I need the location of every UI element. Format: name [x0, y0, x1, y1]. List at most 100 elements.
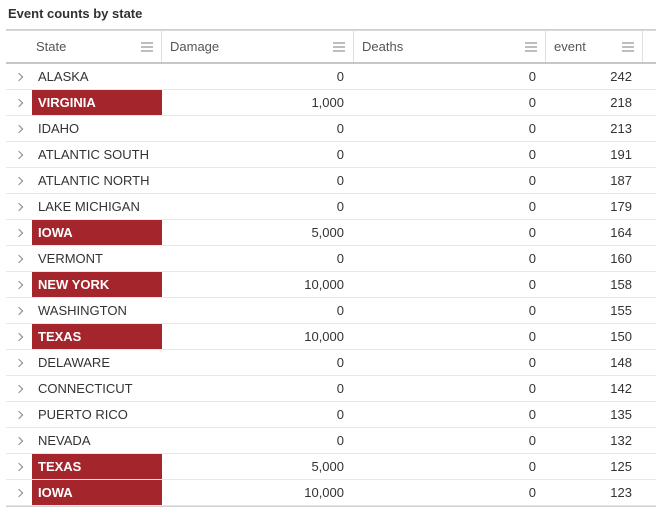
expand-toggle[interactable]: [6, 272, 32, 297]
table-row[interactable]: IOWA5,0000164: [6, 220, 656, 246]
column-menu-icon[interactable]: [622, 42, 634, 52]
expand-toggle[interactable]: [6, 116, 32, 141]
cell-state: IOWA: [32, 480, 162, 505]
header-row: State Damage Deaths event: [6, 30, 656, 64]
cell-state: CONNECTICUT: [32, 376, 162, 401]
cell-state: VERMONT: [32, 246, 162, 271]
cell-event: 191: [546, 142, 642, 167]
data-grid: State Damage Deaths event ALASKA00242VIR…: [6, 29, 656, 507]
cell-deaths: 0: [354, 402, 546, 427]
cell-state: NEW YORK: [32, 272, 162, 297]
column-header-damage[interactable]: Damage: [162, 31, 354, 62]
chevron-right-icon: [15, 254, 23, 262]
cell-deaths: 0: [354, 480, 546, 505]
cell-damage: 0: [162, 168, 354, 193]
cell-deaths: 0: [354, 64, 546, 89]
header-expand-spacer: [6, 31, 32, 62]
table-row[interactable]: PUERTO RICO00135: [6, 402, 656, 428]
cell-event: 148: [546, 350, 642, 375]
row-gutter: [642, 246, 656, 271]
table-row[interactable]: WASHINGTON00155: [6, 298, 656, 324]
expand-toggle[interactable]: [6, 428, 32, 453]
table-row[interactable]: DELAWARE00148: [6, 350, 656, 376]
cell-state: VIRGINIA: [32, 90, 162, 115]
chevron-right-icon: [15, 462, 23, 470]
chevron-right-icon: [15, 306, 23, 314]
cell-deaths: 0: [354, 454, 546, 479]
cell-event: 158: [546, 272, 642, 297]
expand-toggle[interactable]: [6, 298, 32, 323]
row-gutter: [642, 64, 656, 89]
cell-damage: 10,000: [162, 272, 354, 297]
chevron-right-icon: [15, 332, 23, 340]
expand-toggle[interactable]: [6, 142, 32, 167]
cell-state: ATLANTIC NORTH: [32, 168, 162, 193]
table-row[interactable]: CONNECTICUT00142: [6, 376, 656, 402]
cell-event: 187: [546, 168, 642, 193]
expand-toggle[interactable]: [6, 194, 32, 219]
column-label: Deaths: [362, 39, 403, 54]
expand-toggle[interactable]: [6, 168, 32, 193]
column-header-event[interactable]: event: [546, 31, 642, 62]
row-gutter: [642, 324, 656, 349]
cell-damage: 10,000: [162, 324, 354, 349]
table-row[interactable]: ATLANTIC NORTH00187: [6, 168, 656, 194]
cell-damage: 5,000: [162, 220, 354, 245]
table-row[interactable]: ALASKA00242: [6, 64, 656, 90]
table-row[interactable]: IDAHO00213: [6, 116, 656, 142]
table-row[interactable]: NEW YORK10,0000158: [6, 272, 656, 298]
column-header-state[interactable]: State: [32, 31, 162, 62]
expand-toggle[interactable]: [6, 454, 32, 479]
row-gutter: [642, 480, 656, 505]
chevron-right-icon: [15, 436, 23, 444]
cell-damage: 10,000: [162, 480, 354, 505]
column-menu-icon[interactable]: [333, 42, 345, 52]
cell-deaths: 0: [354, 350, 546, 375]
cell-event: 155: [546, 298, 642, 323]
expand-toggle[interactable]: [6, 220, 32, 245]
cell-state: WASHINGTON: [32, 298, 162, 323]
cell-state: NEVADA: [32, 428, 162, 453]
row-gutter: [642, 194, 656, 219]
expand-toggle[interactable]: [6, 324, 32, 349]
cell-event: 123: [546, 480, 642, 505]
chevron-right-icon: [15, 150, 23, 158]
row-gutter: [642, 142, 656, 167]
cell-event: 213: [546, 116, 642, 141]
chevron-right-icon: [15, 280, 23, 288]
cell-state: IDAHO: [32, 116, 162, 141]
table-row[interactable]: VERMONT00160: [6, 246, 656, 272]
table-row[interactable]: NEVADA00132: [6, 428, 656, 454]
expand-toggle[interactable]: [6, 90, 32, 115]
header-gutter: [642, 31, 656, 62]
cell-deaths: 0: [354, 272, 546, 297]
expand-toggle[interactable]: [6, 350, 32, 375]
expand-toggle[interactable]: [6, 402, 32, 427]
cell-state: TEXAS: [32, 454, 162, 479]
cell-deaths: 0: [354, 324, 546, 349]
chevron-right-icon: [15, 384, 23, 392]
expand-toggle[interactable]: [6, 64, 32, 89]
chevron-right-icon: [15, 410, 23, 418]
cell-event: 242: [546, 64, 642, 89]
table-row[interactable]: TEXAS5,0000125: [6, 454, 656, 480]
column-menu-icon[interactable]: [525, 42, 537, 52]
cell-state: TEXAS: [32, 324, 162, 349]
expand-toggle[interactable]: [6, 480, 32, 505]
column-menu-icon[interactable]: [141, 42, 153, 52]
table-row[interactable]: IOWA10,0000123: [6, 480, 656, 506]
table-row[interactable]: ATLANTIC SOUTH00191: [6, 142, 656, 168]
chevron-right-icon: [15, 124, 23, 132]
expand-toggle[interactable]: [6, 246, 32, 271]
row-gutter: [642, 168, 656, 193]
row-gutter: [642, 116, 656, 141]
table-row[interactable]: VIRGINIA1,0000218: [6, 90, 656, 116]
table-row[interactable]: LAKE MICHIGAN00179: [6, 194, 656, 220]
expand-toggle[interactable]: [6, 376, 32, 401]
column-label: State: [36, 39, 66, 54]
cell-event: 125: [546, 454, 642, 479]
column-header-deaths[interactable]: Deaths: [354, 31, 546, 62]
table-row[interactable]: TEXAS10,0000150: [6, 324, 656, 350]
cell-state: LAKE MICHIGAN: [32, 194, 162, 219]
row-gutter: [642, 454, 656, 479]
